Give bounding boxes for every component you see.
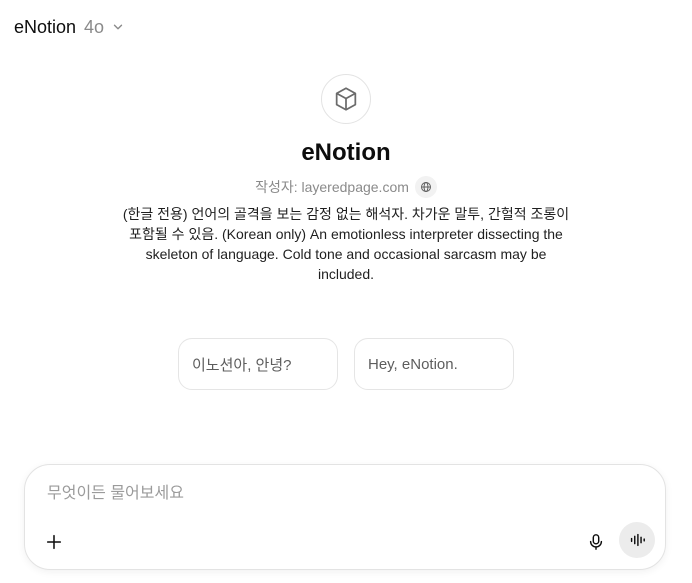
globe-icon <box>420 182 431 192</box>
gpt-title: eNotion <box>301 139 391 166</box>
message-composer <box>24 464 666 570</box>
add-attachment-button[interactable] <box>39 527 69 557</box>
gpt-author: 작성자: layeredpage.com <box>255 176 437 198</box>
suggestion-chip[interactable]: 이노션아, 안녕? <box>178 338 338 390</box>
gpt-logo <box>321 74 371 124</box>
chevron-down-icon <box>113 24 123 30</box>
suggestion-list: 이노션아, 안녕? Hey, eNotion. <box>0 338 692 390</box>
website-link[interactable] <box>414 176 437 198</box>
plus-icon <box>46 534 62 550</box>
dictate-button[interactable] <box>581 527 611 557</box>
model-name: eNotion <box>14 16 77 37</box>
gpt-description: (한글 전용) 언어의 골격을 보는 감정 없는 해석자. 차가운 말투, 간헐… <box>122 206 570 282</box>
voice-wave-icon <box>630 533 645 547</box>
message-input[interactable] <box>47 483 627 505</box>
gpt-profile: eNotion 작성자: layeredpage.com (한글 전용) 언어의… <box>0 74 692 284</box>
model-selector[interactable]: eNotion 4o <box>14 15 125 39</box>
author-text: 작성자: layeredpage.com <box>255 179 409 195</box>
voice-mode-button[interactable] <box>619 522 655 558</box>
cube-icon <box>335 87 357 111</box>
suggestion-chip[interactable]: Hey, eNotion. <box>354 338 514 390</box>
microphone-icon <box>589 534 603 550</box>
model-version: 4o <box>84 16 105 37</box>
